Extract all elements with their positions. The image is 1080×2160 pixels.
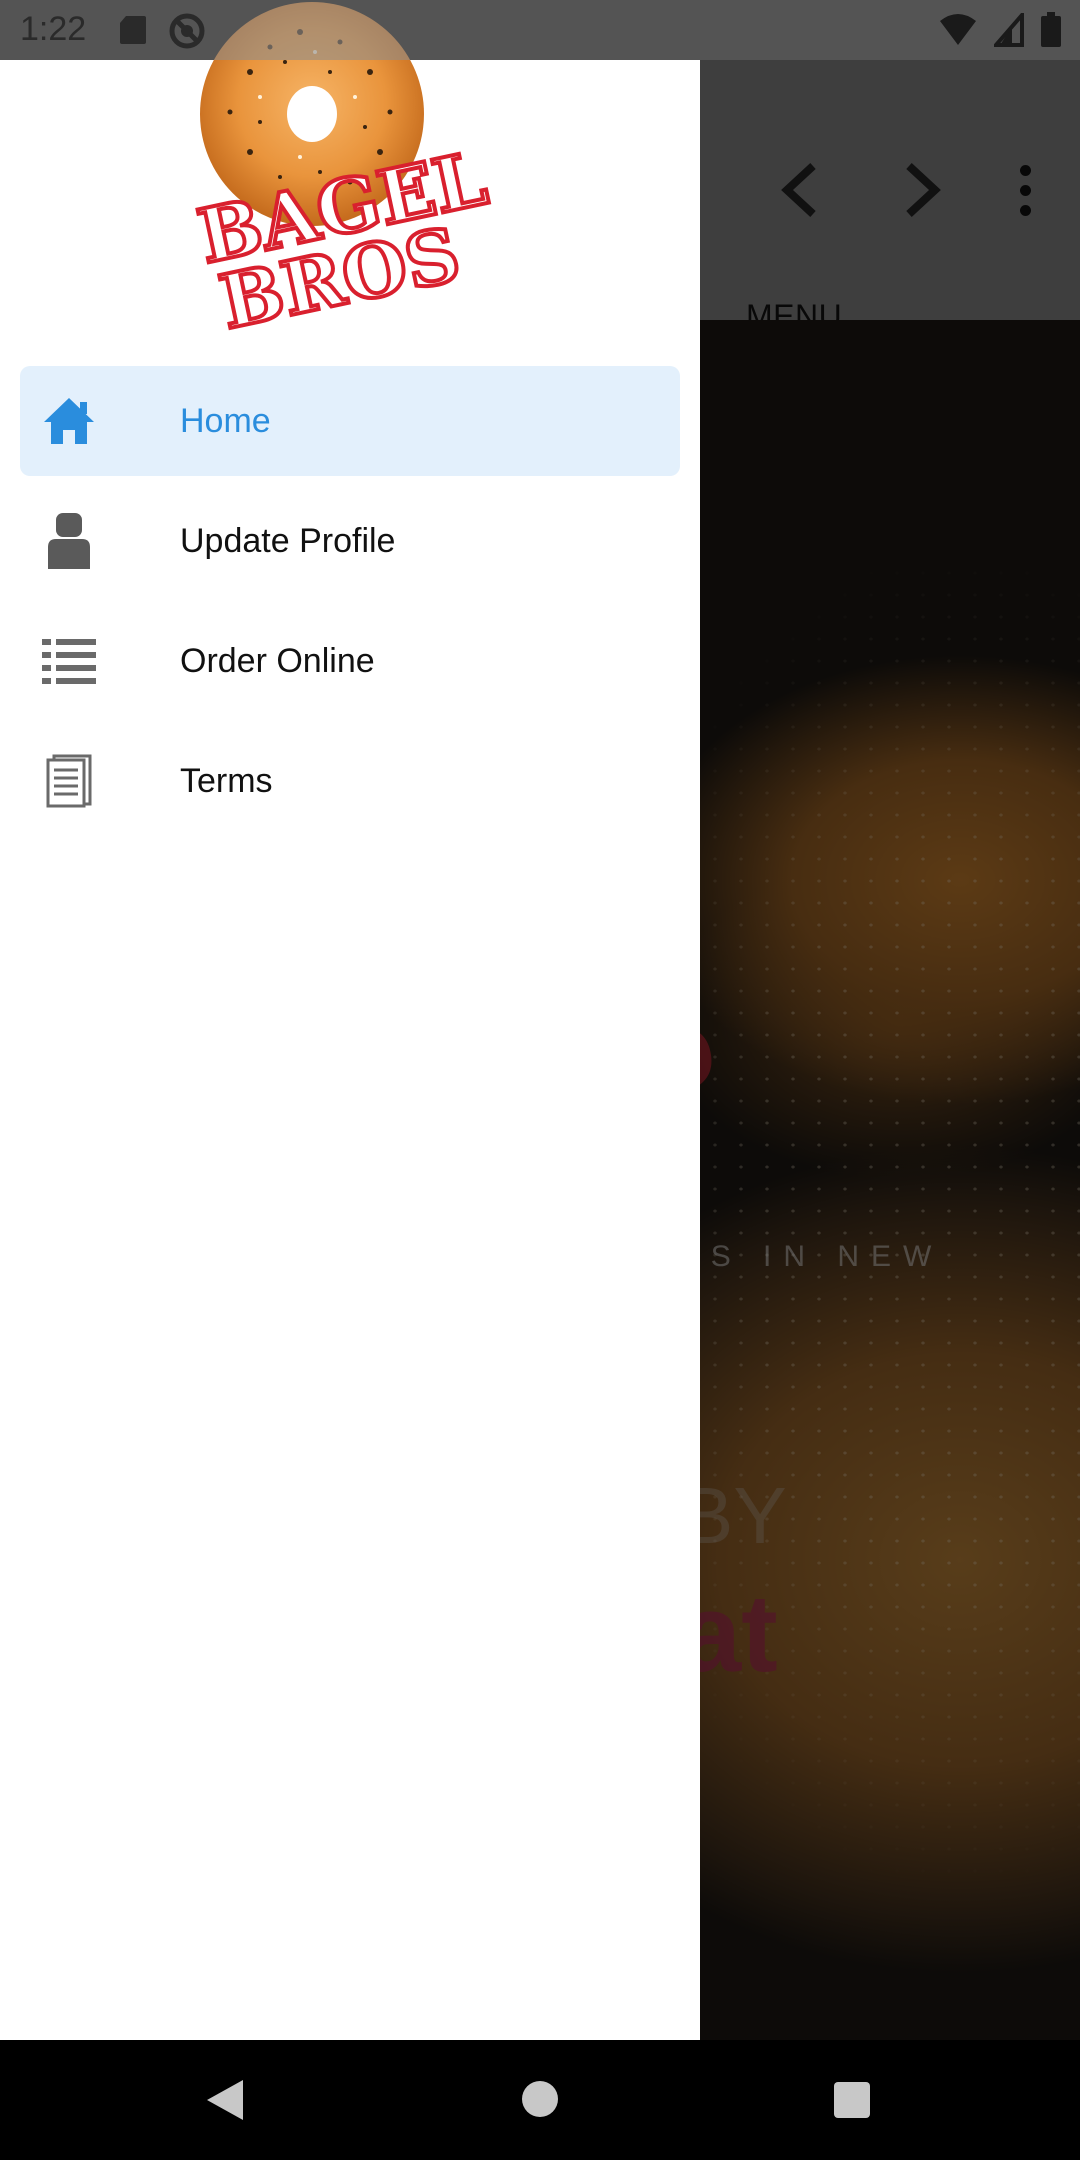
battery-icon bbox=[1041, 12, 1061, 47]
drawer-menu: Home Update Profile Order Online Terms bbox=[20, 366, 680, 846]
home-icon bbox=[42, 394, 96, 448]
document-icon bbox=[42, 754, 96, 808]
do-not-disturb-icon bbox=[169, 13, 205, 49]
drawer-item-order-online[interactable]: Order Online bbox=[20, 606, 680, 716]
wifi-icon bbox=[940, 14, 976, 45]
status-bar: 1:22 bbox=[0, 0, 1080, 60]
system-back-button[interactable] bbox=[205, 2078, 245, 2122]
system-navigation-bar bbox=[0, 2040, 1080, 2160]
drawer-item-terms[interactable]: Terms bbox=[20, 726, 680, 836]
drawer-item-label: Update Profile bbox=[180, 521, 396, 560]
drawer-item-label: Terms bbox=[180, 761, 273, 800]
drawer-item-update-profile[interactable]: Update Profile bbox=[20, 486, 680, 596]
sd-card-icon bbox=[120, 16, 146, 44]
drawer-item-label: Home bbox=[180, 401, 271, 440]
drawer-item-label: Order Online bbox=[180, 641, 375, 680]
system-home-button[interactable] bbox=[522, 2081, 558, 2117]
status-time: 1:22 bbox=[20, 10, 87, 48]
person-icon bbox=[42, 513, 96, 569]
cell-signal-icon bbox=[994, 13, 1024, 47]
list-icon bbox=[42, 634, 96, 688]
drawer-item-home[interactable]: Home bbox=[20, 366, 680, 476]
navigation-drawer: BAGEL BROS Home Update Profile Order Onl… bbox=[0, 2, 700, 2040]
system-recents-button[interactable] bbox=[834, 2082, 870, 2118]
